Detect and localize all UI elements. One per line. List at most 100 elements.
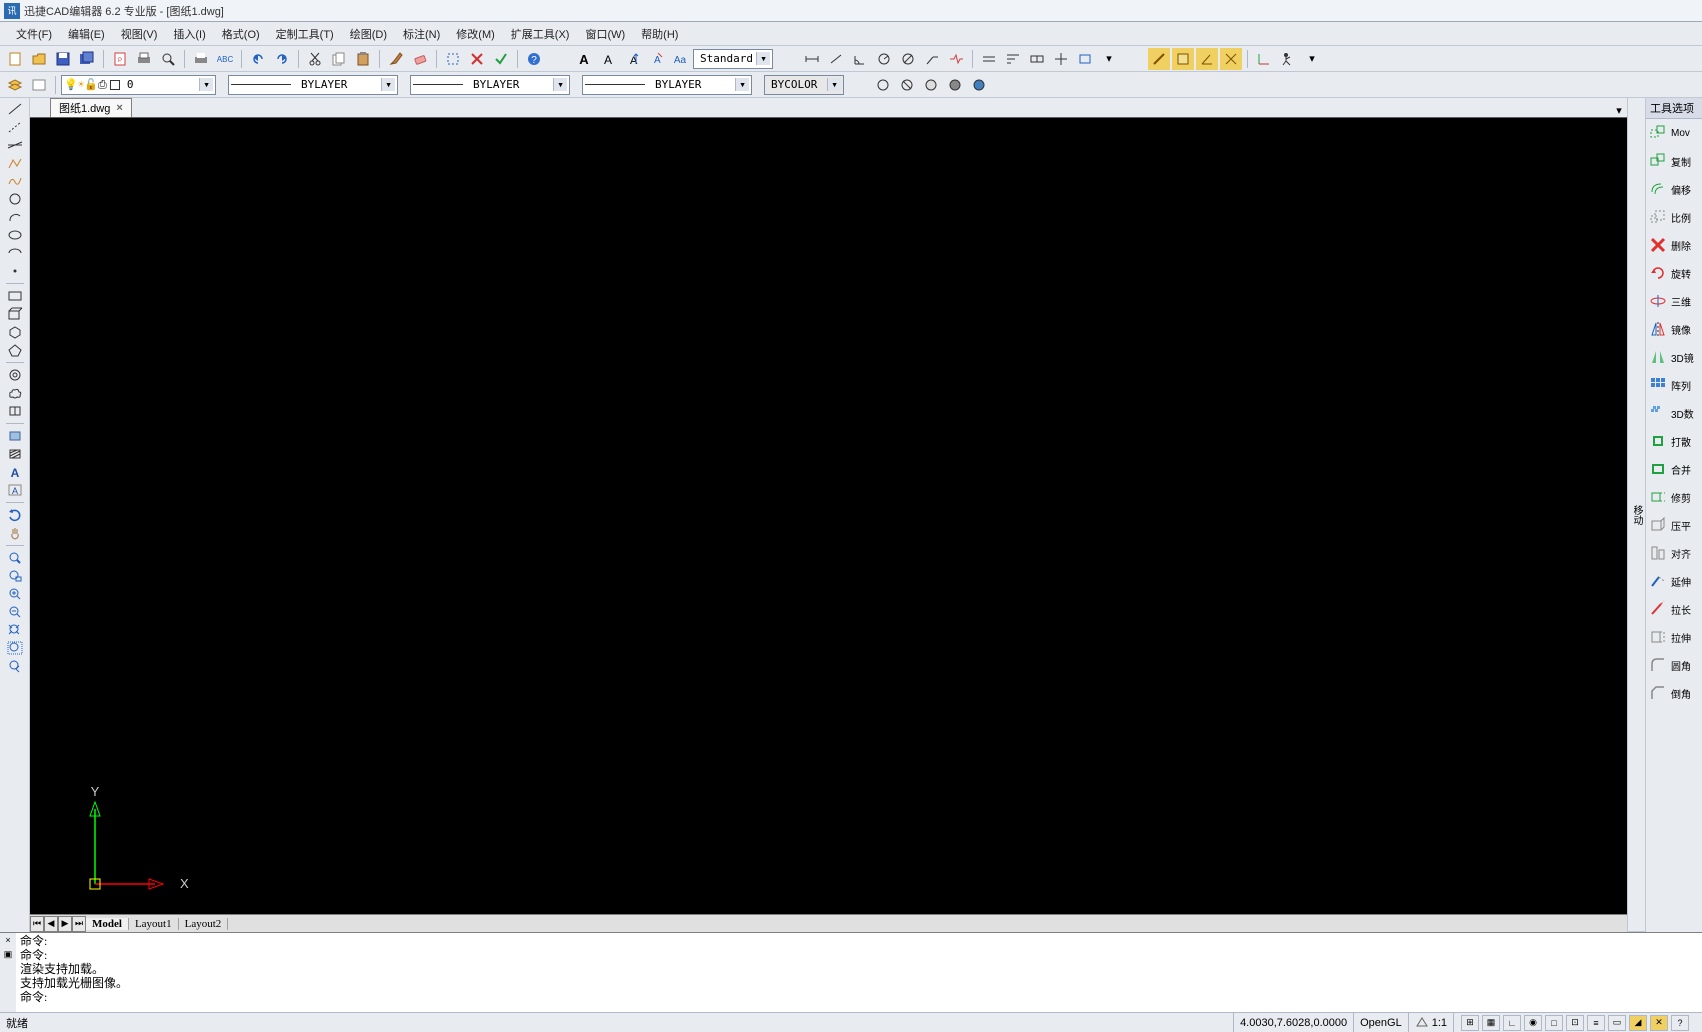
tool-extend[interactable]: 延伸 <box>1646 567 1702 595</box>
tool-copy[interactable]: 复制 <box>1646 147 1702 175</box>
tool-3darray[interactable]: 3D数 <box>1646 399 1702 427</box>
pline-icon[interactable] <box>4 154 26 172</box>
tool-offset[interactable]: 偏移 <box>1646 175 1702 203</box>
tool-rotate[interactable]: 旋转 <box>1646 259 1702 287</box>
menu-view[interactable]: 视图(V) <box>113 24 166 44</box>
zoom-prev-icon[interactable] <box>4 657 26 675</box>
layer-dropdown[interactable]: 💡 ☀ 🔓 ⎙ 0 ▾ <box>61 75 216 95</box>
tool-align[interactable]: 对齐 <box>1646 539 1702 567</box>
zoom-in-icon[interactable] <box>4 585 26 603</box>
dim-angular-icon[interactable] <box>849 48 871 70</box>
polygon2-icon[interactable] <box>4 341 26 359</box>
nav-next-icon[interactable]: ▶ <box>58 916 72 932</box>
drawing-canvas[interactable]: Y X <box>30 118 1627 914</box>
block-icon[interactable] <box>4 427 26 445</box>
layer-manage-icon[interactable] <box>4 74 26 96</box>
check-icon[interactable] <box>490 48 512 70</box>
revcloud-icon[interactable] <box>4 402 26 420</box>
close-icon[interactable]: × <box>116 102 122 114</box>
tool-flatten[interactable]: 压平 <box>1646 511 1702 539</box>
hatch-icon[interactable] <box>4 445 26 463</box>
tab-dropdown-icon[interactable]: ▾ <box>1611 104 1627 117</box>
linetype-dropdown[interactable]: BYLAYER ▾ <box>228 75 398 95</box>
rectangle-icon[interactable] <box>4 287 26 305</box>
dim-linear-icon[interactable] <box>801 48 823 70</box>
nav-prev-icon[interactable]: ◀ <box>44 916 58 932</box>
view-hidden-icon[interactable] <box>896 74 918 96</box>
tool-explode[interactable]: 打散 <box>1646 427 1702 455</box>
dim-ordinate-icon[interactable] <box>945 48 967 70</box>
dim-aligned-icon[interactable] <box>825 48 847 70</box>
menu-draw[interactable]: 绘图(D) <box>342 24 395 44</box>
nav-last-icon[interactable]: ⏭ <box>72 916 86 932</box>
tool-delete[interactable]: 删除 <box>1646 231 1702 259</box>
text-style-dropdown[interactable]: Standard ▾ <box>693 49 773 69</box>
text-height-icon[interactable]: A <box>621 48 643 70</box>
extra3-toggle[interactable]: ? <box>1671 1015 1689 1031</box>
tool-join[interactable]: 合并 <box>1646 455 1702 483</box>
text-icon[interactable]: A <box>597 48 619 70</box>
mtext-icon[interactable]: A <box>4 481 26 499</box>
layout-tab-layout2[interactable]: Layout2 <box>179 918 229 930</box>
tool-move[interactable]: Mov <box>1646 119 1702 147</box>
layout-tab-model[interactable]: Model <box>86 918 129 930</box>
zoom-window-icon[interactable] <box>4 567 26 585</box>
spline-icon[interactable] <box>4 172 26 190</box>
menu-format[interactable]: 格式(O) <box>214 24 268 44</box>
layer-state-icon[interactable] <box>28 74 50 96</box>
text-edit-icon[interactable]: A <box>645 48 667 70</box>
cut-icon[interactable] <box>304 48 326 70</box>
view-realistic-icon[interactable] <box>944 74 966 96</box>
measure-area-icon[interactable] <box>1172 48 1194 70</box>
lwt-toggle[interactable]: ≡ <box>1587 1015 1605 1031</box>
snap-toggle[interactable]: ⊞ <box>1461 1015 1479 1031</box>
select-icon[interactable] <box>442 48 464 70</box>
status-scale[interactable]: 1:1 <box>1408 1013 1453 1032</box>
dim-continue-icon[interactable] <box>978 48 1000 70</box>
linetype2-dropdown[interactable]: BYLAYER ▾ <box>582 75 752 95</box>
zoom-realtime-icon[interactable] <box>4 549 26 567</box>
tool-3dmirror[interactable]: 3D镜 <box>1646 343 1702 371</box>
new-icon[interactable] <box>4 48 26 70</box>
ellipse-icon[interactable] <box>4 226 26 244</box>
nav-first-icon[interactable]: ⏮ <box>30 916 44 932</box>
undo-icon[interactable] <box>247 48 269 70</box>
view-shaded-icon[interactable] <box>920 74 942 96</box>
vtab-move[interactable]: 移动 <box>1628 98 1645 932</box>
point-icon[interactable] <box>4 262 26 280</box>
command-text[interactable]: 命令: 命令: 渲染支持加载。 支持加载光栅图像。 命令: <box>16 933 1702 1012</box>
view-render-icon[interactable] <box>968 74 990 96</box>
menu-help[interactable]: 帮助(H) <box>633 24 686 44</box>
more-icon[interactable]: ▾ <box>1301 48 1323 70</box>
copy-icon[interactable] <box>328 48 350 70</box>
polygon-icon[interactable] <box>4 323 26 341</box>
saveall-icon[interactable] <box>76 48 98 70</box>
text-style-icon[interactable]: Aa <box>669 48 691 70</box>
circle-icon[interactable] <box>4 190 26 208</box>
dim-radius-icon[interactable] <box>873 48 895 70</box>
menu-dimension[interactable]: 标注(N) <box>395 24 448 44</box>
run-icon[interactable] <box>1277 48 1299 70</box>
arc-icon[interactable] <box>4 208 26 226</box>
cmd-close-icon[interactable]: × <box>0 933 16 947</box>
regen-icon[interactable] <box>4 506 26 524</box>
grid-toggle[interactable]: ▦ <box>1482 1015 1500 1031</box>
document-tab[interactable]: 图纸1.dwg × <box>50 98 132 117</box>
menu-window[interactable]: 窗口(W) <box>577 24 633 44</box>
menu-extend[interactable]: 扩展工具(X) <box>503 24 578 44</box>
dim-center-icon[interactable] <box>1050 48 1072 70</box>
zoom-extents-icon[interactable] <box>4 621 26 639</box>
menu-insert[interactable]: 插入(I) <box>165 24 213 44</box>
color-dropdown[interactable]: BYCOLOR ▾ <box>764 75 844 95</box>
polar-toggle[interactable]: ◉ <box>1524 1015 1542 1031</box>
menu-tools[interactable]: 定制工具(T) <box>268 24 342 44</box>
brush-icon[interactable] <box>385 48 407 70</box>
tool-lengthen[interactable]: 拉长 <box>1646 595 1702 623</box>
zoom-out-icon[interactable] <box>4 603 26 621</box>
dim-arrow-icon[interactable]: ▾ <box>1098 48 1120 70</box>
osnap-toggle[interactable]: □ <box>1545 1015 1563 1031</box>
measure-dist-icon[interactable] <box>1148 48 1170 70</box>
view-wireframe-icon[interactable] <box>872 74 894 96</box>
lineweight-dropdown[interactable]: BYLAYER ▾ <box>410 75 570 95</box>
open-icon[interactable] <box>28 48 50 70</box>
